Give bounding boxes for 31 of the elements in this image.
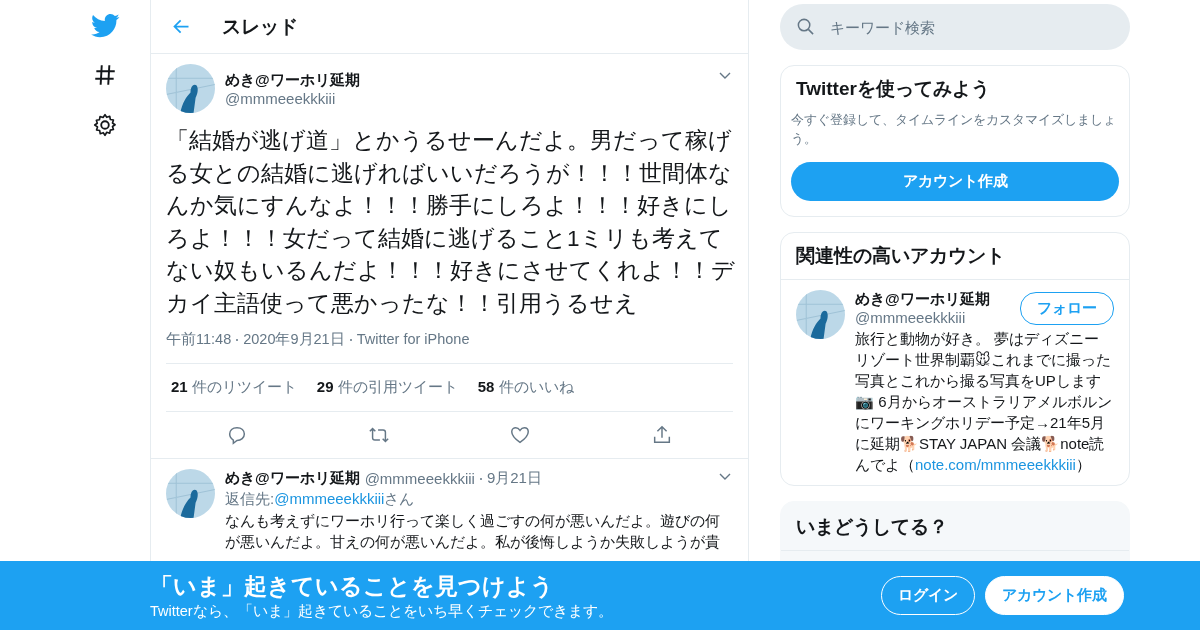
author-handle: @mmmeeekkkiii — [364, 470, 475, 487]
card-text: 今すぐ登録して、タイムラインをカスタマイズしましょう。 — [791, 111, 1117, 148]
search-field[interactable]: キーワード検索 — [780, 4, 1130, 50]
account-handle: @mmmeeekkkiii — [855, 309, 967, 326]
mention-link[interactable]: @mmmeeekkkiii — [274, 490, 385, 507]
tweet-date[interactable]: 2020年9月21日 — [243, 331, 345, 347]
author-name: めき@ワーホリ延期 — [225, 70, 360, 90]
banner-text: Twitterなら、「いま」起きていることをいち早くチェックできます。 — [150, 601, 613, 621]
tweet-time[interactable]: 午前11:48 — [166, 331, 232, 347]
follow-button[interactable]: フォロー — [1020, 291, 1114, 325]
author-name: めき@ワーホリ延期 — [225, 469, 360, 488]
reply-text: なんも考えずにワーホリ行って楽しく過ごすの何が悪いんだよ。遊びの何が悪いんだよ。甘えの何が悪いんだよ。私が後悔しようか失敗しようが貴 — [225, 511, 721, 552]
signup-button[interactable]: アカウント作成 — [791, 162, 1119, 201]
page-title: スレッド — [222, 14, 298, 39]
tweet-text: 「結婚が逃げ道」とかうるせーんだよ。男だって稼げる女との結婚に逃げればいいだろうが！！！世間体なんか気にすんなよ！！！勝手にしろよ！！！好きにしろよ！！！女だって結婚に逃げること1ミリも考えてない奴もいるんだよ！！！好きにさせてくれよ！！デカイ主語使って悪かったな！！引用うるせえ — [166, 127, 736, 318]
card-title: いまどうしてる？ — [781, 502, 1129, 551]
signup-button[interactable]: アカウント作成 — [985, 576, 1124, 615]
account-bio: 旅行と動物が好き。 夢はディズニーリゾート世界制覇🐭これまでに撮った写真とこれから撮る写真をUPします📷 6月からオーストラリアメルボルンにワーキングホリデー予定→21年5月に延期🐕STAY JAPAN 会議🐕note読んでよ（note.com/mmmeeekkkiii） — [855, 329, 1113, 475]
card-title: Twitterを使ってみよう — [795, 77, 991, 101]
bio-link[interactable]: note.com/mmmeeekkkiii — [915, 456, 1076, 473]
reply-to-label: 返信先: — [225, 490, 275, 507]
author-handle: @mmmeeekkkiii — [225, 89, 337, 107]
banner-title: 「いま」起きていることを見つけよう — [150, 571, 555, 601]
reply-date[interactable]: 9月21日 — [486, 469, 542, 488]
stat-link[interactable]: 29 件の引用ツイート — [316, 378, 458, 397]
tweet-source[interactable]: Twitter for iPhone — [356, 331, 470, 347]
stat-link[interactable]: 58 件のいいね — [477, 378, 574, 397]
honorific: さん — [384, 490, 415, 507]
account-name: めき@ワーホリ延期 — [855, 290, 990, 309]
stat-link[interactable]: 21 件のリツイート — [171, 378, 297, 397]
card-title: 関連性の高いアカウント — [781, 233, 1129, 280]
